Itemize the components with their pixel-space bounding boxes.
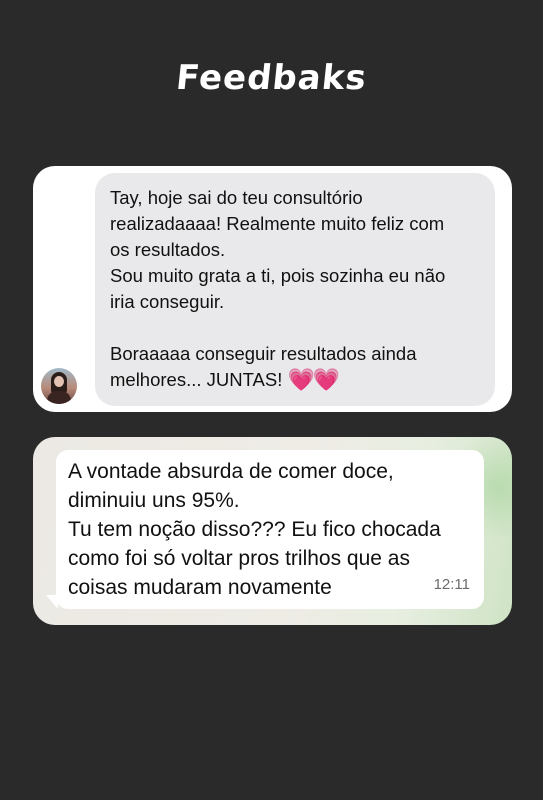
message-line: melhores... JUNTAS! (110, 369, 283, 390)
message-bubble: Tay, hoje sai do teu consultório realiza… (95, 173, 495, 406)
message-line: Tu tem noção disso??? Eu fico chocada (68, 518, 441, 541)
heart-emoji-icon: 💗💗 (287, 367, 341, 392)
message-line: Tay, hoje sai do teu consultório (110, 187, 363, 208)
message-bubble: A vontade absurda de comer doce, diminui… (56, 450, 484, 609)
message-line: coisas mudaram novamente (68, 576, 332, 599)
message-line: Sou muito grata a ti, pois sozinha eu nã… (110, 265, 446, 286)
message-line: como foi só voltar pros trilhos que as (68, 547, 410, 570)
message-line: Boraaaaa conseguir resultados ainda (110, 343, 417, 364)
feedback-card-imessage: Tay, hoje sai do teu consultório realiza… (33, 166, 512, 412)
message-line: os resultados. (110, 239, 226, 260)
feedback-card-whatsapp: A vontade absurda de comer doce, diminui… (33, 437, 512, 625)
avatar-face (54, 376, 64, 387)
message-line: diminuiu uns 95%. (68, 489, 240, 512)
message-line: iria conseguir. (110, 291, 225, 312)
avatar-body (47, 391, 71, 404)
message-line-with-hearts: melhores... JUNTAS! 💗💗 (110, 367, 481, 393)
message-line: realizadaaaa! Realmente muito feliz com (110, 213, 445, 234)
page-title: Feedbaks (174, 58, 369, 98)
message-timestamp: 12:11 (433, 576, 470, 593)
avatar (41, 368, 77, 404)
message-line: A vontade absurda de comer doce, (68, 460, 394, 483)
